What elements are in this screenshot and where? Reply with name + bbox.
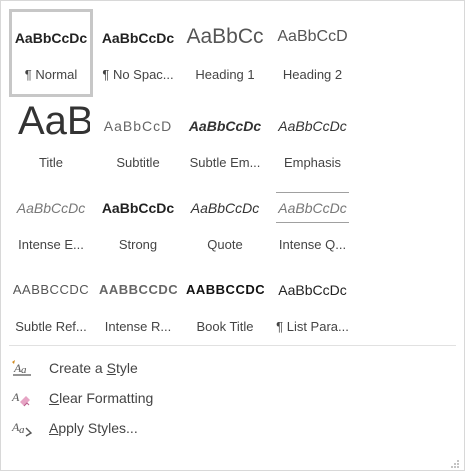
style-intense-emphasis[interactable]: AaBbCcDc Intense E... — [9, 179, 93, 261]
style-name: Subtle Em... — [189, 155, 261, 170]
apply-styles-icon: A a — [11, 419, 35, 437]
style-no-spacing[interactable]: AaBbCcDc ¶ No Spac... — [96, 9, 180, 97]
styles-menu: A a Create a Style A Clear Formatting A … — [11, 353, 153, 443]
style-book-title[interactable]: AABBCCDC Book Title — [183, 261, 267, 343]
create-style-menu-item[interactable]: A a Create a Style — [11, 353, 153, 383]
style-sample: AABBCCDC — [99, 282, 177, 297]
style-intense-reference[interactable]: AABBCCDC Intense R... — [96, 261, 180, 343]
style-heading-2[interactable]: AaBbCcD Heading 2 — [270, 9, 355, 97]
clear-formatting-label: Clear Formatting — [49, 390, 154, 406]
style-sample: AABBCCDC — [186, 282, 264, 297]
style-intense-quote[interactable]: AaBbCcDc Intense Q... — [270, 179, 355, 261]
quote-rule-bottom — [276, 222, 349, 223]
styles-gallery-panel: AaBbCcDc ¶ Normal AaBbCcDc ¶ No Spac... … — [0, 0, 465, 471]
style-name: Subtle Ref... — [15, 319, 87, 334]
style-name: Emphasis — [283, 155, 342, 170]
style-sample: AaBbCc — [186, 25, 264, 48]
apply-styles-menu-item[interactable]: A a Apply Styles... — [11, 413, 153, 443]
menu-divider — [9, 345, 456, 346]
clear-formatting-menu-item[interactable]: A Clear Formatting — [11, 383, 153, 413]
style-name: Heading 2 — [282, 67, 343, 82]
style-name: Title — [38, 155, 64, 170]
create-style-icon: A a — [11, 359, 35, 377]
quote-rule-top — [276, 192, 349, 193]
style-sample: AaBbCcDc — [101, 30, 175, 46]
style-sample: AABBCCDC — [12, 282, 90, 297]
clear-formatting-icon: A — [11, 389, 35, 407]
style-name: ¶ No Spac... — [102, 67, 174, 82]
style-sample: AaBbCcDc — [278, 200, 347, 216]
style-sample: AaBbCcDc — [278, 282, 347, 298]
style-subtle-emphasis[interactable]: AaBbCcDc Subtle Em... — [183, 97, 267, 179]
style-sample: AaBl — [18, 99, 90, 143]
style-normal[interactable]: AaBbCcDc ¶ Normal — [9, 9, 93, 97]
style-sample: AaBbCcDc — [101, 200, 175, 216]
style-sample: AaBbCcDc — [190, 200, 260, 216]
style-name: Heading 1 — [195, 67, 255, 82]
style-quote[interactable]: AaBbCcDc Quote — [183, 179, 267, 261]
svg-text:A: A — [11, 390, 20, 404]
style-sample: AaBbCcD — [103, 118, 173, 134]
apply-styles-label: Apply Styles... — [49, 420, 138, 436]
style-strong[interactable]: AaBbCcDc Strong — [96, 179, 180, 261]
style-name: ¶ Normal — [24, 67, 78, 82]
style-subtle-reference[interactable]: AABBCCDC Subtle Ref... — [9, 261, 93, 343]
style-heading-1[interactable]: AaBbCc Heading 1 — [183, 9, 267, 97]
style-list-paragraph[interactable]: AaBbCcDc ¶ List Para... — [270, 261, 355, 343]
style-sample: AaBbCcD — [277, 28, 348, 45]
style-title[interactable]: AaBl Title — [9, 97, 93, 179]
create-style-label: Create a Style — [49, 360, 138, 376]
style-emphasis[interactable]: AaBbCcDc Emphasis — [270, 97, 355, 179]
style-name: Intense E... — [18, 237, 84, 252]
style-sample: AaBbCcDc — [14, 30, 88, 46]
style-sample: AaBbCcDc — [16, 200, 86, 216]
style-name: Intense R... — [104, 319, 172, 334]
style-name: Quote — [207, 237, 243, 252]
style-sample: AaBbCcDc — [188, 118, 262, 134]
style-name: Intense Q... — [278, 237, 347, 252]
style-name: ¶ List Para... — [276, 319, 349, 334]
svg-text:a: a — [21, 364, 27, 376]
style-name: Book Title — [196, 319, 254, 334]
style-name: Subtitle — [116, 155, 160, 170]
style-sample: AaBbCcDc — [278, 118, 347, 134]
resize-grip-icon[interactable] — [450, 456, 460, 468]
svg-text:a: a — [19, 424, 25, 436]
style-name: Strong — [118, 237, 158, 252]
styles-grid: AaBbCcDc ¶ Normal AaBbCcDc ¶ No Spac... … — [9, 9, 355, 343]
style-subtitle[interactable]: AaBbCcD Subtitle — [96, 97, 180, 179]
